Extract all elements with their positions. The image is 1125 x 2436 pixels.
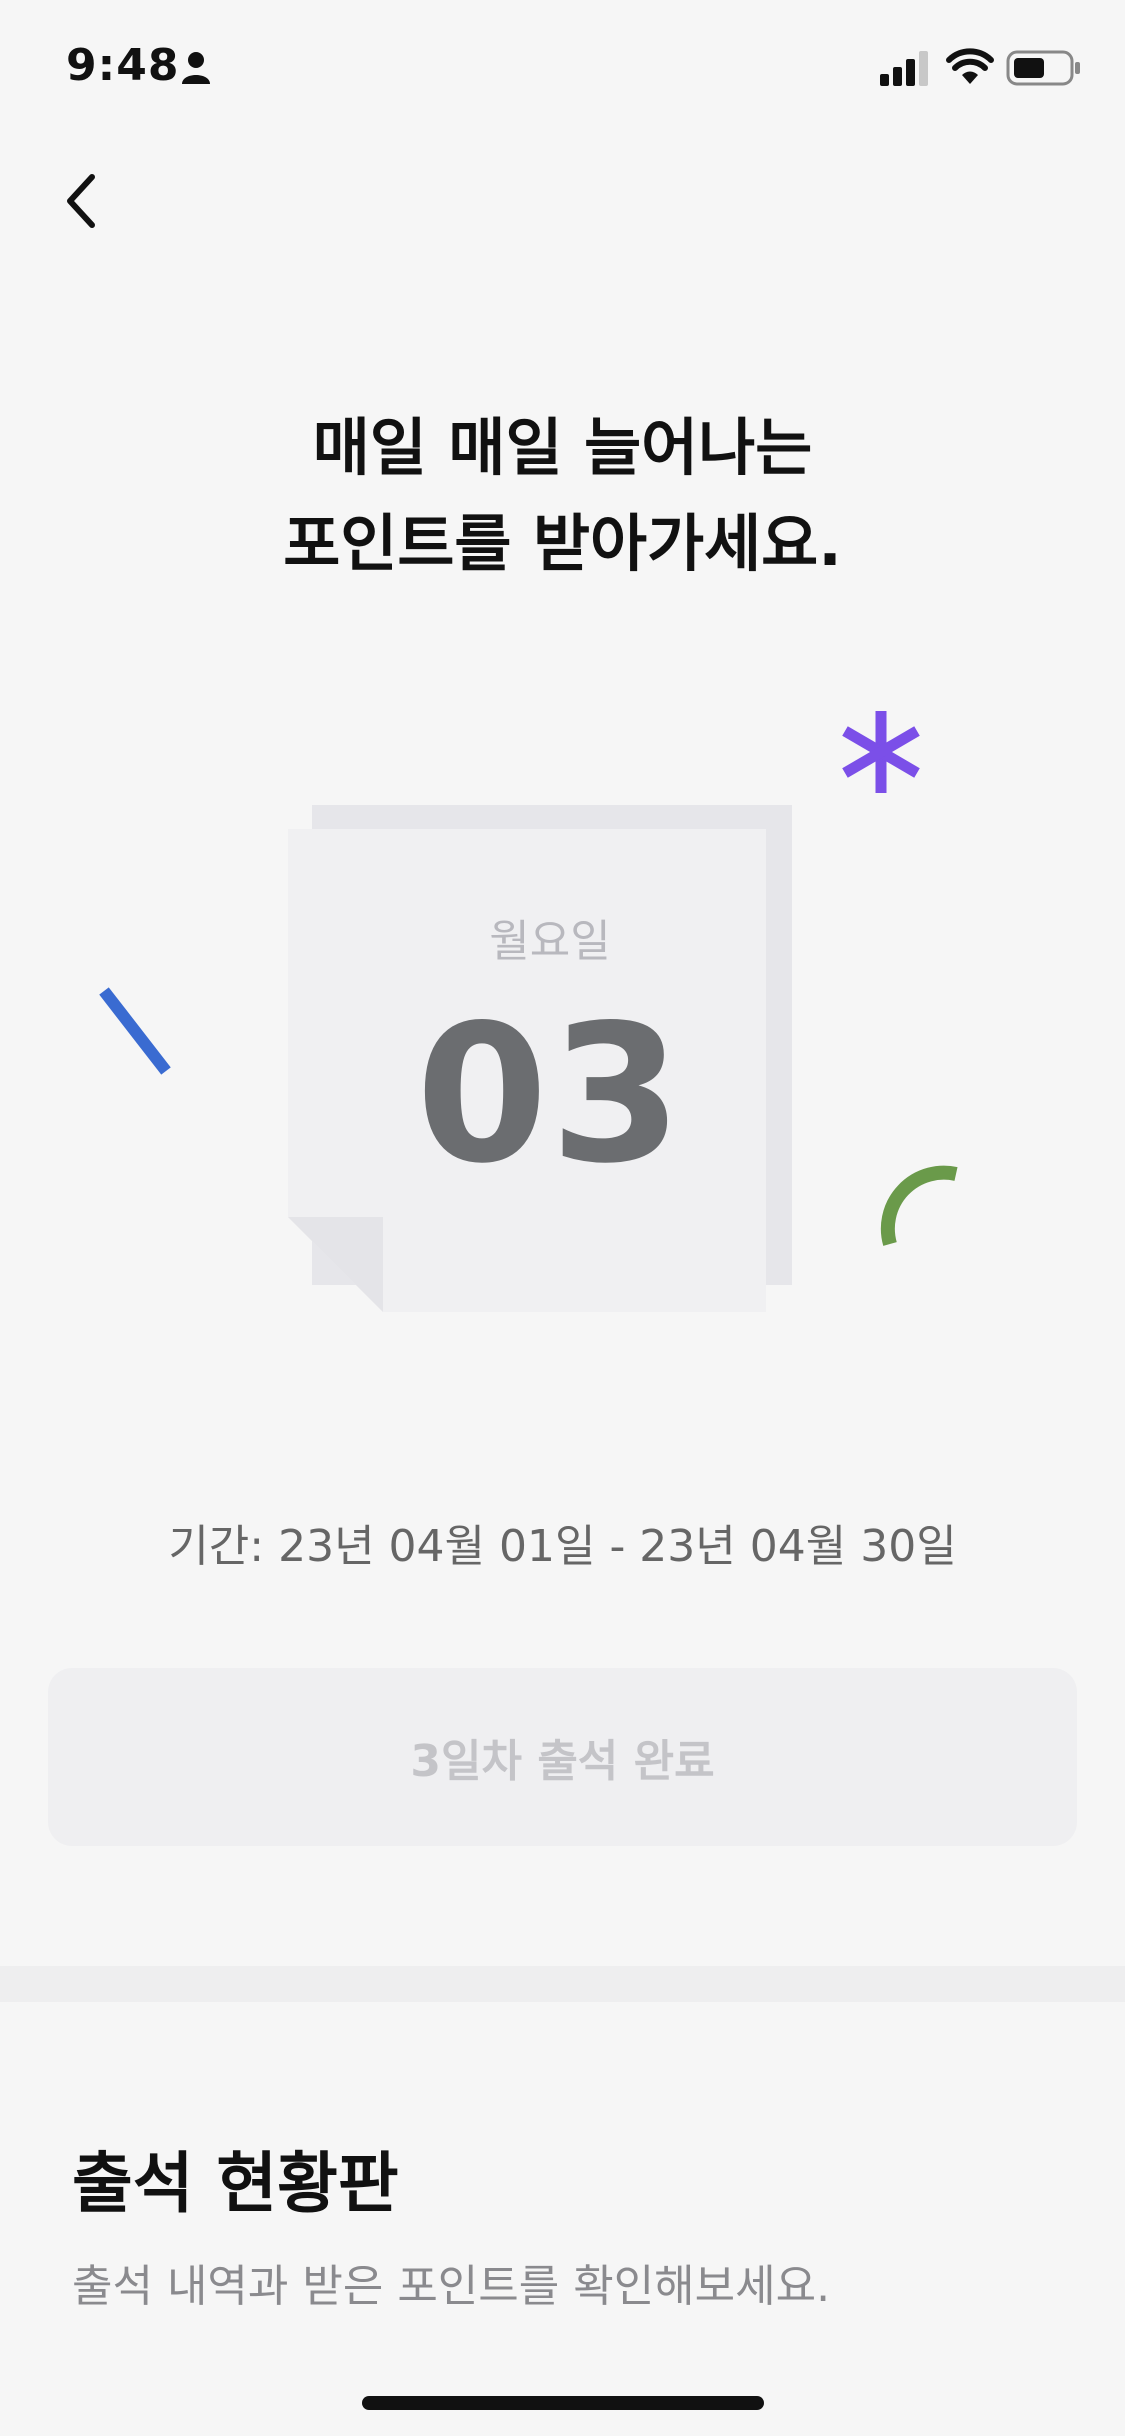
calendar-day: 03 xyxy=(415,984,685,1205)
calendar-weekday: 월요일 xyxy=(489,916,611,967)
back-button[interactable] xyxy=(50,165,110,240)
status-bar: 9:48 xyxy=(0,0,1125,140)
headline-line-1: 매일 매일 늘어나는 xyxy=(312,411,813,484)
attendance-board-title: 출석 현황판 xyxy=(72,2145,399,2222)
wifi-icon xyxy=(946,46,994,90)
attendance-board-subtitle: 출석 내역과 받은 포인트를 확인해보세요. xyxy=(72,2261,831,2312)
chevron-left-icon xyxy=(60,171,100,235)
battery-icon xyxy=(1006,50,1082,90)
section-divider xyxy=(0,1966,1125,2002)
headline: 매일 매일 늘어나는 포인트를 받아가세요. xyxy=(0,400,1125,592)
signal-icon xyxy=(878,50,934,90)
home-indicator[interactable] xyxy=(362,2396,764,2410)
asterisk-decoration-icon xyxy=(836,707,926,801)
attendance-complete-button[interactable]: 3일차 출석 완료 xyxy=(48,1668,1077,1846)
person-icon xyxy=(180,50,212,86)
status-time: 9:48 xyxy=(66,40,180,91)
headline-line-2: 포인트를 받아가세요. xyxy=(283,507,842,580)
period-text: 기간: 23년 04월 01일 - 23년 04월 30일 xyxy=(168,1521,957,1572)
